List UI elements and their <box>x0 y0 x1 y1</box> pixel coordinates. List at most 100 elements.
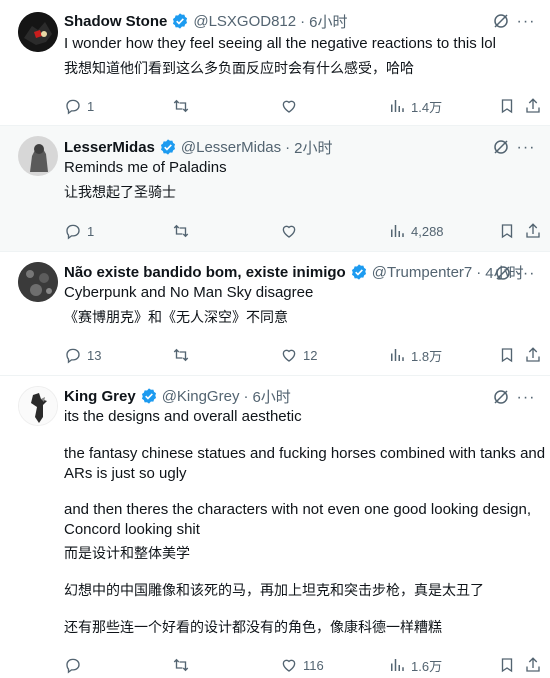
bookmark-icon <box>501 99 513 114</box>
views-count: 1.8万 <box>411 348 443 364</box>
verified-badge-icon <box>173 13 188 29</box>
retweet-icon <box>173 224 189 238</box>
retweet-icon <box>173 348 189 362</box>
share-icon <box>526 347 540 362</box>
verified-badge-icon <box>351 264 366 280</box>
tweet-translation-line: 我想知道他们看到这么多负面反应时会有什么感受，哈哈 <box>64 61 414 77</box>
reply-count: 13 <box>87 347 102 363</box>
like-count: 116 <box>303 657 324 673</box>
tweet-actions: 116 1.6万 <box>64 655 542 675</box>
share-button[interactable] <box>524 655 542 675</box>
like-icon <box>282 100 296 113</box>
tweet-text-line: Cyberpunk and No Man Sky disagree <box>64 284 314 301</box>
tweet-translation-line: 让我想起了圣骑士 <box>64 185 176 201</box>
tweet-translation-line: 幻想中的中国雕像和该死的马，再加上坦克和突击步枪，真是太丑了 <box>64 583 484 599</box>
tweet-translation-line: 《赛博朋克》和《无人深空》不同意 <box>64 310 288 326</box>
avatar[interactable] <box>18 12 58 52</box>
like-button[interactable]: 116 <box>280 655 324 675</box>
tweet-card[interactable]: Não existe bandido bom, existe inimigo @… <box>0 252 550 376</box>
verified-badge-icon <box>141 388 156 404</box>
user-handle[interactable]: @LesserMidas <box>181 139 281 156</box>
separator-dot: · <box>243 387 249 405</box>
retweet-button[interactable] <box>172 221 190 241</box>
display-name[interactable]: Shadow Stone <box>64 13 167 30</box>
grok-icon[interactable] <box>494 264 512 282</box>
tweet-text-line: Reminds me of Paladins <box>64 159 227 176</box>
reply-button[interactable]: 1 <box>64 221 94 241</box>
share-button[interactable] <box>524 96 542 116</box>
share-icon <box>526 223 540 238</box>
retweet-icon <box>173 99 189 113</box>
views-icon <box>391 100 404 112</box>
like-button[interactable] <box>280 96 298 116</box>
views-icon <box>391 225 404 237</box>
like-button[interactable] <box>280 221 298 241</box>
reply-icon <box>66 99 80 115</box>
bookmark-button[interactable] <box>498 345 516 365</box>
like-icon <box>282 225 296 238</box>
tweet-text-line: the fantasy chinese statues and fucking … <box>64 445 546 462</box>
share-icon <box>526 98 540 113</box>
views-count: 1.6万 <box>411 658 443 674</box>
like-button[interactable]: 12 <box>280 345 317 365</box>
bookmark-button[interactable] <box>498 655 516 675</box>
views-button[interactable]: 1.6万 <box>388 655 442 675</box>
tweet-text-line: and then theres the characters with not … <box>64 501 531 518</box>
avatar[interactable] <box>18 262 58 302</box>
bookmark-icon <box>501 658 513 673</box>
retweet-button[interactable] <box>172 345 190 365</box>
like-icon <box>282 659 296 672</box>
share-button[interactable] <box>524 345 542 365</box>
more-options-icon[interactable]: ··· <box>516 12 536 32</box>
retweet-icon <box>173 658 189 672</box>
views-icon <box>391 659 404 671</box>
avatar[interactable] <box>18 386 58 426</box>
display-name[interactable]: LesserMidas <box>64 139 155 156</box>
tweet-card[interactable]: LesserMidas @LesserMidas · 2小时 ··· Remin… <box>0 126 550 252</box>
grok-icon[interactable] <box>492 12 510 30</box>
views-button[interactable]: 1.8万 <box>388 345 442 365</box>
bookmark-button[interactable] <box>498 221 516 241</box>
share-icon <box>526 657 540 672</box>
user-handle[interactable]: @KingGrey <box>162 388 240 405</box>
separator-dot: · <box>476 263 482 281</box>
tweet-actions: 1 4,288 <box>64 221 542 241</box>
user-handle[interactable]: @LSXGOD812 <box>193 13 296 30</box>
timestamp[interactable]: 6小时 <box>252 386 290 407</box>
user-handle[interactable]: @Trumpenter7 <box>372 264 473 281</box>
more-options-icon[interactable]: ··· <box>516 388 536 408</box>
bookmark-icon <box>501 224 513 239</box>
reply-button[interactable]: 1 <box>64 96 94 116</box>
views-button[interactable]: 4,288 <box>388 221 444 241</box>
display-name[interactable]: Não existe bandido bom, existe inimigo <box>64 264 346 281</box>
tweet-actions: 13 12 1.8万 <box>64 345 542 365</box>
grok-icon[interactable] <box>492 138 510 156</box>
tweet-text-line: its the designs and overall aesthetic <box>64 408 302 425</box>
timestamp[interactable]: 2小时 <box>294 137 332 158</box>
retweet-button[interactable] <box>172 655 190 675</box>
bookmark-button[interactable] <box>498 96 516 116</box>
more-options-icon[interactable]: ··· <box>516 138 536 158</box>
reply-icon <box>66 348 80 364</box>
share-button[interactable] <box>524 221 542 241</box>
retweet-button[interactable] <box>172 96 190 116</box>
views-count: 4,288 <box>411 223 444 239</box>
reply-button[interactable] <box>64 655 82 675</box>
tweet-card[interactable]: King Grey @KingGrey · 6小时 ··· its the de… <box>0 376 550 678</box>
reply-icon <box>66 658 80 674</box>
tweet-actions: 1 1.4万 <box>64 96 542 116</box>
tweet-card[interactable]: Shadow Stone @LSXGOD812 · 6小时 ··· I wond… <box>0 0 550 126</box>
tweet-translation-line: 还有那些连一个好看的设计都没有的角色，像康科德一样糟糕 <box>64 620 442 636</box>
more-options-icon[interactable]: ··· <box>516 264 536 284</box>
display-name[interactable]: King Grey <box>64 388 136 405</box>
avatar[interactable] <box>18 136 58 176</box>
views-count: 1.4万 <box>411 99 443 115</box>
grok-icon[interactable] <box>492 388 510 406</box>
timestamp[interactable]: 6小时 <box>309 11 347 32</box>
reply-button[interactable]: 13 <box>64 345 101 365</box>
views-icon <box>391 349 404 361</box>
reply-icon <box>66 224 80 240</box>
separator-dot: · <box>300 12 306 30</box>
views-button[interactable]: 1.4万 <box>388 96 442 116</box>
separator-dot: · <box>285 138 291 156</box>
